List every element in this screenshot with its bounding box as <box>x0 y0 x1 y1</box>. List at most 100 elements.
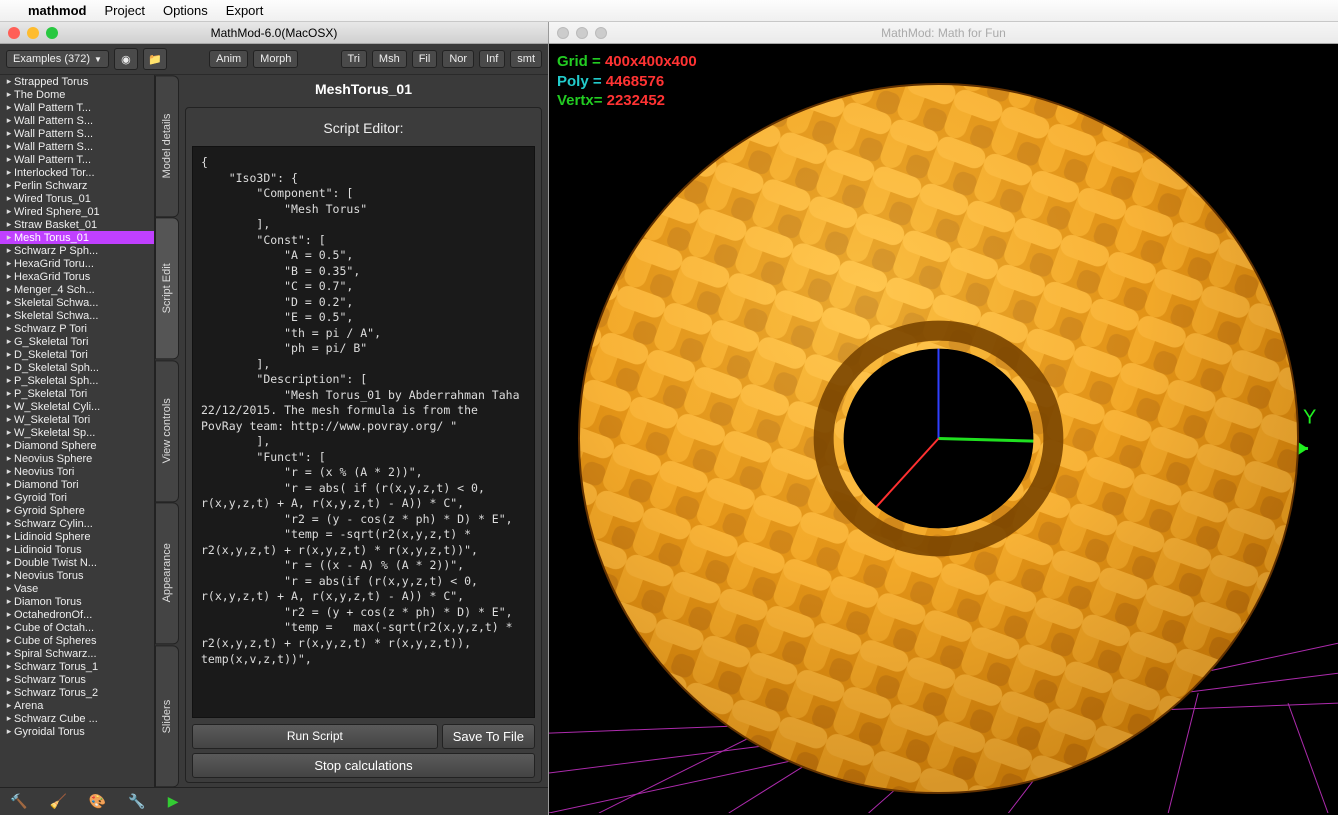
tree-item[interactable]: ▸Interlocked Tor... <box>0 166 154 179</box>
tree-item[interactable]: ▸W_Skeletal Tori <box>0 413 154 426</box>
tree-item[interactable]: ▸Schwarz Torus_2 <box>0 686 154 699</box>
tree-item[interactable]: ▸The Dome <box>0 88 154 101</box>
palette-icon[interactable]: 🎨 <box>89 793 106 810</box>
tree-item[interactable]: ▸Wall Pattern T... <box>0 153 154 166</box>
tree-item[interactable]: ▸D_Skeletal Sph... <box>0 361 154 374</box>
tree-item[interactable]: ▸Gyroid Tori <box>0 491 154 504</box>
fil-button[interactable]: Fil <box>412 50 438 68</box>
tree-item[interactable]: ▸Schwarz Cylin... <box>0 517 154 530</box>
tree-item[interactable]: ▸Neovius Torus <box>0 569 154 582</box>
tree-item[interactable]: ▸Skeletal Schwa... <box>0 309 154 322</box>
menu-project[interactable]: Project <box>105 3 145 18</box>
tree-item[interactable]: ▸Cube of Spheres <box>0 634 154 647</box>
tree-item[interactable]: ▸Cube of Octah... <box>0 621 154 634</box>
tree-item[interactable]: ▸Skeletal Schwa... <box>0 296 154 309</box>
side-tab[interactable]: View controls <box>155 360 179 502</box>
run-script-button[interactable]: Run Script <box>192 724 438 749</box>
render-viewport[interactable]: Grid = 400x400x400Poly = 4468576Vertx= 2… <box>549 44 1338 815</box>
tree-item[interactable]: ▸Gyroid Sphere <box>0 504 154 517</box>
refresh-icon[interactable]: ◉ <box>114 48 138 70</box>
tree-item[interactable]: ▸Vase <box>0 582 154 595</box>
side-tab[interactable]: Sliders <box>155 645 179 787</box>
tree-item[interactable]: ▸W_Skeletal Cyli... <box>0 400 154 413</box>
render-stats: Grid = 400x400x400Poly = 4468576Vertx= 2… <box>557 52 697 111</box>
tree-item[interactable]: ▸Schwarz P Sph... <box>0 244 154 257</box>
tree-item[interactable]: ▸Lidinoid Sphere <box>0 530 154 543</box>
render-titlebar: MathMod: Math for Fun <box>549 22 1338 44</box>
close-icon[interactable] <box>557 27 569 39</box>
tree-item[interactable]: ▸HexaGrid Toru... <box>0 257 154 270</box>
zoom-icon[interactable] <box>46 27 58 39</box>
tree-item[interactable]: ▸Spiral Schwarz... <box>0 647 154 660</box>
morph-button[interactable]: Morph <box>253 50 298 68</box>
close-icon[interactable] <box>8 27 20 39</box>
tree-item[interactable]: ▸Schwarz Torus <box>0 673 154 686</box>
wrench-icon[interactable]: 🔧 <box>128 793 145 810</box>
tri-button[interactable]: Tri <box>341 50 367 68</box>
tree-item[interactable]: ▸Straw Basket_01 <box>0 218 154 231</box>
tree-item[interactable]: ▸W_Skeletal Sp... <box>0 426 154 439</box>
stop-calc-button[interactable]: Stop calculations <box>192 753 535 778</box>
tree-item[interactable]: ▸Arena <box>0 699 154 712</box>
tree-item[interactable]: ▸HexaGrid Torus <box>0 270 154 283</box>
tree-item[interactable]: ▸Schwarz P Tori <box>0 322 154 335</box>
menu-app[interactable]: mathmod <box>28 3 87 18</box>
tree-item[interactable]: ▸D_Skeletal Tori <box>0 348 154 361</box>
editor-window: MathMod-6.0(MacOSX) Examples (372)▼ ◉ 📁 … <box>0 22 548 815</box>
inf-button[interactable]: Inf <box>479 50 505 68</box>
examples-tree[interactable]: ▸Strapped Torus▸The Dome▸Wall Pattern T.… <box>0 75 155 787</box>
minimize-icon[interactable] <box>27 27 39 39</box>
tree-item[interactable]: ▸Mesh Torus_01 <box>0 231 154 244</box>
editor-titlebar: MathMod-6.0(MacOSX) <box>0 22 548 44</box>
side-tab[interactable]: Appearance <box>155 502 179 644</box>
folder-icon[interactable]: 📁 <box>143 48 167 70</box>
hammer-icon[interactable]: 🔨 <box>10 793 27 810</box>
brush-icon[interactable]: 🧹 <box>49 793 66 810</box>
editor-title: MathMod-6.0(MacOSX) <box>0 26 548 40</box>
anim-button[interactable]: Anim <box>209 50 248 68</box>
msh-button[interactable]: Msh <box>372 50 407 68</box>
tree-item[interactable]: ▸P_Skeletal Sph... <box>0 374 154 387</box>
zoom-icon[interactable] <box>595 27 607 39</box>
tree-item[interactable]: ▸Wall Pattern S... <box>0 127 154 140</box>
tree-item[interactable]: ▸Strapped Torus <box>0 75 154 88</box>
tree-item[interactable]: ▸Schwarz Cube ... <box>0 712 154 725</box>
tree-item[interactable]: ▸Neovius Tori <box>0 465 154 478</box>
top-toolbar: Examples (372)▼ ◉ 📁 Anim Morph Tri Msh F… <box>0 44 548 75</box>
tree-item[interactable]: ▸Wall Pattern T... <box>0 101 154 114</box>
tree-item[interactable]: ▸Wired Torus_01 <box>0 192 154 205</box>
examples-dropdown[interactable]: Examples (372)▼ <box>6 50 109 68</box>
tree-item[interactable]: ▸Perlin Schwarz <box>0 179 154 192</box>
tree-item[interactable]: ▸Gyroidal Torus <box>0 725 154 738</box>
tree-item[interactable]: ▸Diamon Torus <box>0 595 154 608</box>
script-panel: Script Editor: { "Iso3D": { "Component":… <box>185 107 542 783</box>
smt-button[interactable]: smt <box>510 50 542 68</box>
axis-y-label: Y <box>1303 407 1316 429</box>
minimize-icon[interactable] <box>576 27 588 39</box>
tree-item[interactable]: ▸Wired Sphere_01 <box>0 205 154 218</box>
tree-item[interactable]: ▸Diamond Sphere <box>0 439 154 452</box>
panel-title: Script Editor: <box>186 108 541 140</box>
tree-item[interactable]: ▸Schwarz Torus_1 <box>0 660 154 673</box>
tree-item[interactable]: ▸Wall Pattern S... <box>0 114 154 127</box>
tree-item[interactable]: ▸OctahedronOf... <box>0 608 154 621</box>
tree-item[interactable]: ▸Menger_4 Sch... <box>0 283 154 296</box>
tree-item[interactable]: ▸Wall Pattern S... <box>0 140 154 153</box>
tree-item[interactable]: ▸Double Twist N... <box>0 556 154 569</box>
side-tab[interactable]: Model details <box>155 75 179 217</box>
tree-item[interactable]: ▸Lidinoid Torus <box>0 543 154 556</box>
tree-item[interactable]: ▸G_Skeletal Tori <box>0 335 154 348</box>
side-tab[interactable]: Script Edit <box>155 217 179 359</box>
script-editor[interactable]: { "Iso3D": { "Component": [ "Mesh Torus"… <box>192 146 535 718</box>
tree-item[interactable]: ▸P_Skeletal Tori <box>0 387 154 400</box>
tree-item[interactable]: ▸Diamond Tori <box>0 478 154 491</box>
model-name: MeshTorus_01 <box>179 75 548 103</box>
save-to-file-button[interactable]: Save To File <box>442 724 535 749</box>
menu-export[interactable]: Export <box>226 3 264 18</box>
torus-render: Y <box>549 44 1338 813</box>
mac-menubar: mathmod Project Options Export <box>0 0 1338 22</box>
nor-button[interactable]: Nor <box>442 50 474 68</box>
tree-item[interactable]: ▸Neovius Sphere <box>0 452 154 465</box>
play-icon[interactable]: ▶ <box>168 793 179 810</box>
menu-options[interactable]: Options <box>163 3 208 18</box>
